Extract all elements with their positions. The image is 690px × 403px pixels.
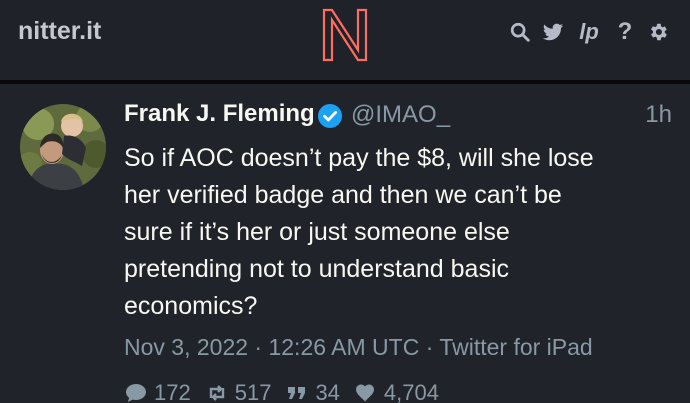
retweet-icon [209,385,224,401]
heart-icon [355,384,374,402]
comment-count: 172 [154,380,191,403]
retweet-stat[interactable]: 517 [205,380,272,403]
fullname-link[interactable]: Frank J. Fleming [124,100,315,128]
like-count: 4,704 [383,380,439,403]
navbar: nitter.it lp ? [0,0,690,80]
comment-stat[interactable]: 172 [124,380,191,403]
quote-count: 34 [315,380,340,403]
liberapay-icon[interactable]: lp [574,20,604,44]
twitter-bird-icon[interactable] [541,20,565,44]
tweet-published: Nov 3, 2022 · 12:26 AM UTC · Twitter for… [124,334,593,360]
quote-icon [288,387,306,399]
nitter-logo[interactable] [321,6,369,64]
username-link[interactable]: @IMAO_ [351,101,450,129]
tweet-date-link[interactable]: 1h [645,101,672,129]
gear-icon[interactable] [646,20,670,44]
help-icon[interactable]: ? [613,20,637,44]
tweet-content: So if AOC doesn’t pay the $8, will she l… [124,144,594,320]
search-icon[interactable] [508,20,532,44]
tweet-header: Frank J. Fleming @IMAO_ 1h [124,100,672,134]
comment-icon [126,384,146,402]
like-stat[interactable]: 4,704 [354,380,439,403]
avatar[interactable] [20,104,106,190]
tweet-stats: 172 517 34 4,704 [124,380,439,403]
nav-icons: lp ? [508,20,670,44]
verified-badge-icon [318,104,342,128]
quote-stat[interactable]: 34 [285,380,340,403]
retweet-count: 517 [234,380,272,403]
site-title-link[interactable]: nitter.it [18,17,101,46]
tweet[interactable]: Frank J. Fleming @IMAO_ 1h So if AOC doe… [0,84,690,403]
